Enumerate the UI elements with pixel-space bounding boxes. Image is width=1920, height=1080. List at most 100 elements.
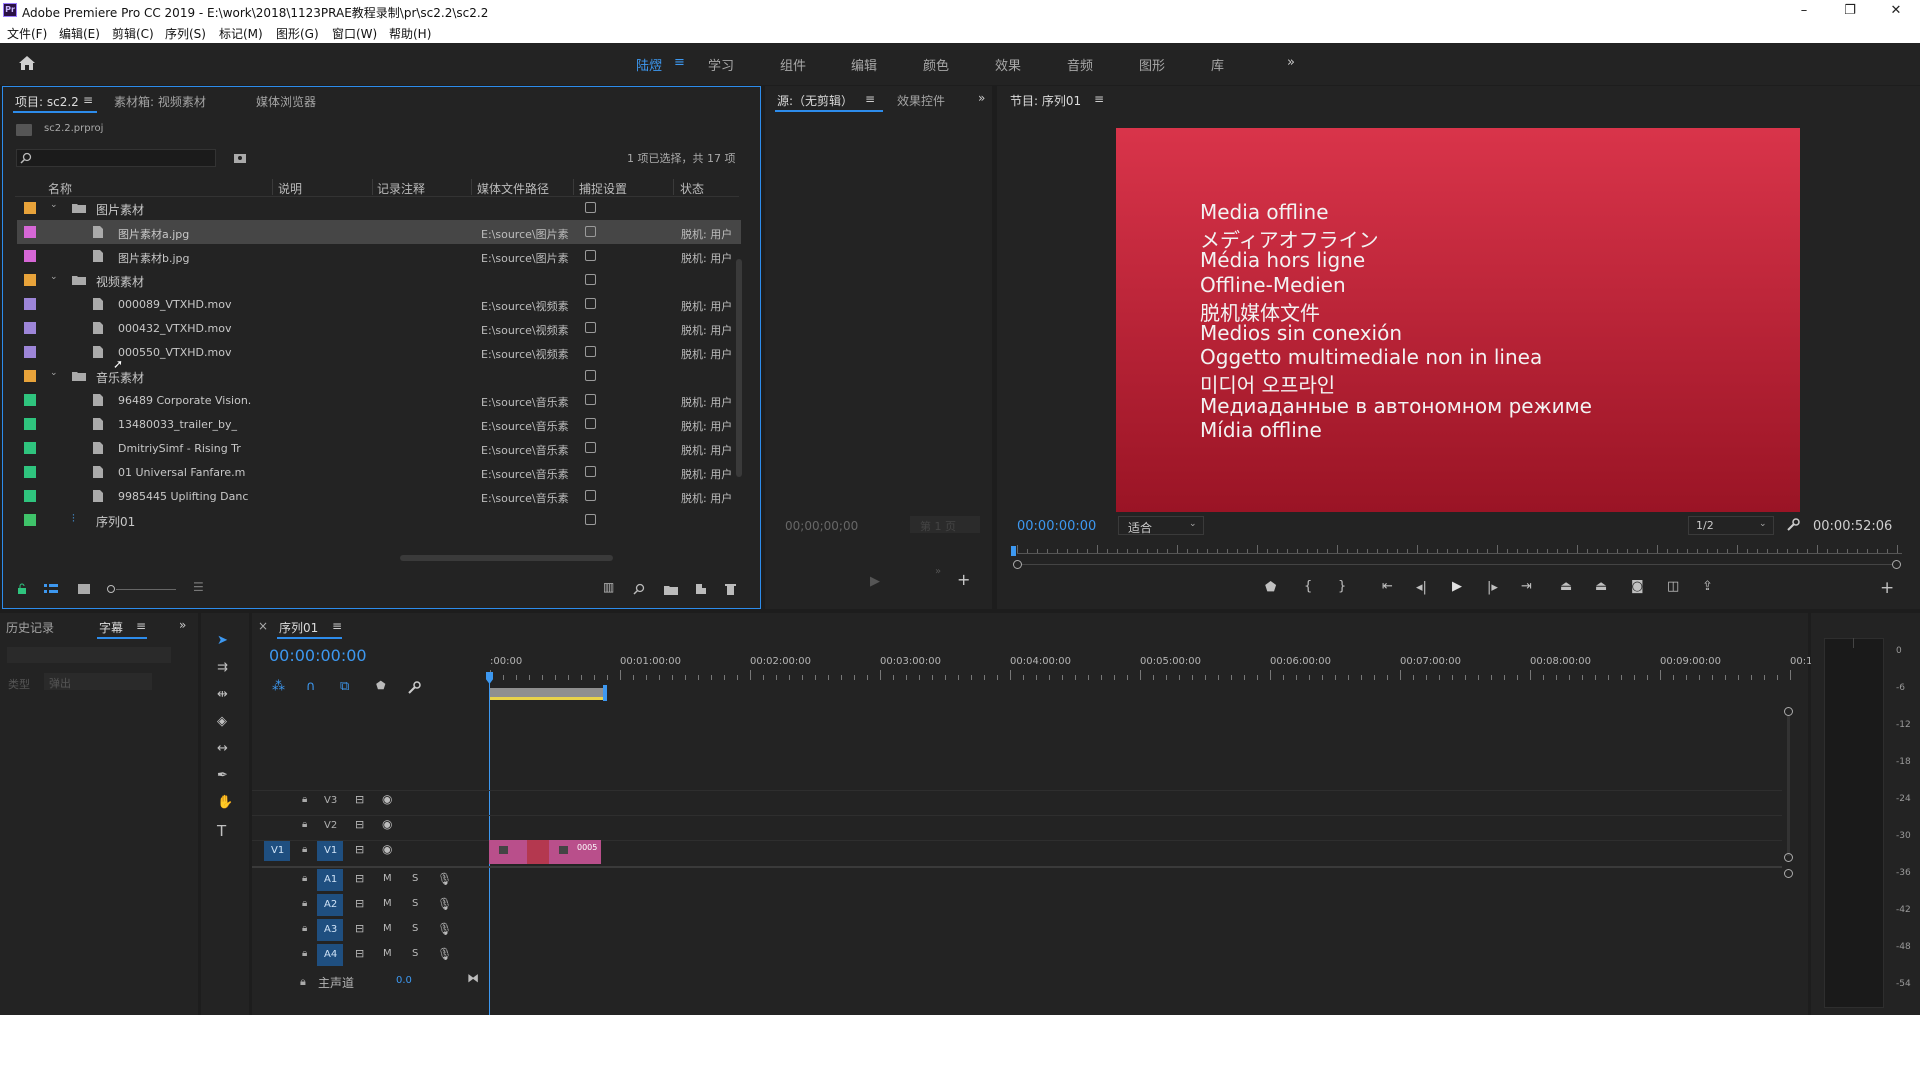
restore-button[interactable]: ❐	[1830, 1, 1870, 21]
source-patch-v1[interactable]: V1	[264, 841, 290, 861]
capture-checkbox[interactable]	[585, 466, 596, 477]
program-ruler[interactable]	[1017, 553, 1902, 554]
project-row[interactable]: DmitriySimf - Rising Tr E:\source\音乐素 脱机: …	[17, 436, 741, 460]
tab-effect-controls[interactable]: 效果控件	[897, 92, 945, 109]
mark-out-icon[interactable]: }	[1338, 579, 1346, 594]
type-dropdown[interactable]: 弹出	[44, 673, 152, 690]
mute-button[interactable]: M	[383, 923, 392, 934]
sync-lock-icon[interactable]: ⊟	[355, 922, 364, 935]
project-row[interactable]: 96489 Corporate Vision. E:\source\音乐素 脱机: …	[17, 388, 741, 412]
label-color-swatch[interactable]	[24, 226, 36, 238]
label-color-swatch[interactable]	[24, 298, 36, 310]
zoom-handle-right[interactable]	[1892, 560, 1901, 569]
timeline-menu-icon[interactable]: ≡	[332, 619, 342, 633]
history-menu-icon[interactable]: ≡	[136, 619, 146, 633]
tab-source[interactable]: 源:（无剪辑）	[777, 92, 853, 109]
workspace-tab-audio[interactable]: 音频	[1067, 55, 1093, 74]
track-target[interactable]: A2	[317, 894, 343, 916]
microphone-icon[interactable]: 🎙︎	[437, 872, 452, 886]
export-frame-icon[interactable]: ◙	[1631, 579, 1644, 594]
workspace-tab-assembly[interactable]: 陆熤	[636, 55, 662, 74]
panel-menu-icon[interactable]: ≡	[83, 93, 93, 107]
trash-icon[interactable]	[725, 583, 736, 595]
linked-selection-icon[interactable]: ⧉	[340, 679, 349, 694]
extract-icon[interactable]: ⏏	[1595, 579, 1607, 594]
razor-tool-icon[interactable]: ◈	[217, 714, 227, 729]
project-row[interactable]: 图片素材a.jpg E:\source\图片素 脱机: 用户	[17, 220, 741, 244]
menu-clip[interactable]: 剪辑(C)	[112, 25, 154, 42]
col-status[interactable]: 状态	[680, 180, 704, 197]
new-item-icon[interactable]	[695, 583, 707, 595]
home-icon[interactable]	[18, 55, 36, 71]
solo-button[interactable]: S	[412, 948, 418, 959]
capture-checkbox[interactable]	[585, 370, 596, 381]
capture-checkbox[interactable]	[585, 346, 596, 357]
program-playhead[interactable]	[1011, 546, 1016, 556]
program-menu-icon[interactable]: ≡	[1094, 92, 1104, 106]
workspace-tab-libraries[interactable]: 库	[1211, 55, 1224, 74]
mute-button[interactable]: M	[383, 873, 392, 884]
track-target[interactable]: A1	[317, 869, 343, 891]
label-color-swatch[interactable]	[24, 202, 36, 214]
step-back-icon[interactable]: ◂|	[1416, 580, 1427, 595]
lock-icon[interactable]: 🔒︎	[300, 975, 306, 989]
capture-checkbox[interactable]	[585, 226, 596, 237]
eye-icon[interactable]: ◉	[382, 817, 392, 831]
tab-captions[interactable]: 字幕	[99, 619, 123, 636]
lock-icon[interactable]: 🔒︎	[302, 898, 307, 909]
history-more-icon[interactable]: »	[179, 618, 186, 632]
tab-program[interactable]: 节目: 序列01	[1010, 92, 1081, 109]
master-volume[interactable]: 0.0	[396, 975, 412, 986]
project-search-input[interactable]	[16, 149, 216, 167]
work-area-end-handle[interactable]	[603, 685, 607, 701]
eye-icon[interactable]: ◉	[382, 842, 392, 856]
project-row[interactable]: ⌄ 视频素材	[17, 268, 741, 292]
program-timecode[interactable]: 00:00:00:00	[1017, 519, 1096, 534]
v1-clip-offline[interactable]	[527, 840, 549, 864]
label-color-swatch[interactable]	[24, 346, 36, 358]
step-forward-icon[interactable]: |▸	[1487, 580, 1498, 595]
mute-button[interactable]: M	[383, 948, 392, 959]
chevron-down-icon[interactable]: ⌄	[50, 200, 58, 210]
captions-search-input[interactable]	[7, 647, 171, 663]
menu-window[interactable]: 窗口(W)	[332, 25, 377, 42]
lock-icon[interactable]	[17, 583, 27, 595]
label-color-swatch[interactable]	[24, 322, 36, 334]
project-row[interactable]: ⌄ 音乐素材	[17, 364, 741, 388]
workspace-tab-effects[interactable]: 效果	[995, 55, 1021, 74]
lift-icon[interactable]: ⏏	[1560, 579, 1572, 594]
new-search-bin-icon[interactable]	[233, 152, 247, 164]
chevron-down-icon[interactable]: ⌄	[50, 272, 58, 282]
selection-tool-icon[interactable]: ➤	[217, 633, 228, 648]
tab-project[interactable]: 项目: sc2.2	[15, 93, 79, 110]
lock-icon[interactable]: 🔒︎	[302, 844, 307, 855]
solo-button[interactable]: S	[412, 923, 418, 934]
sort-icon[interactable]: ☰	[193, 580, 204, 594]
microphone-icon[interactable]: 🎙︎	[437, 947, 452, 961]
solo-button[interactable]: S	[412, 873, 418, 884]
tab-media-browser[interactable]: 媒体浏览器	[256, 93, 316, 110]
project-row[interactable]: 图片素材b.jpg E:\source\图片素 脱机: 用户	[17, 244, 741, 268]
label-color-swatch[interactable]	[24, 370, 36, 382]
vscroll-handle[interactable]	[1784, 853, 1793, 862]
ripple-edit-tool-icon[interactable]: ⇹	[217, 687, 228, 702]
track-target[interactable]: V2	[317, 816, 343, 836]
microphone-icon[interactable]: 🎙︎	[437, 897, 452, 911]
label-color-swatch[interactable]	[24, 442, 36, 454]
project-row[interactable]: 000432_VTXHD.mov E:\source\视频素 脱机: 用户	[17, 316, 741, 340]
project-row[interactable]: 01 Universal Fanfare.m E:\source\音乐素 脱机: 用…	[17, 460, 741, 484]
capture-checkbox[interactable]	[585, 442, 596, 453]
vscroll-bar[interactable]	[1787, 716, 1790, 856]
chevron-down-icon[interactable]: ⌄	[50, 368, 58, 378]
nest-toggle-icon[interactable]: ⁂	[272, 679, 285, 694]
source-more-icon[interactable]: »	[978, 91, 985, 105]
col-name[interactable]: 名称	[48, 180, 72, 197]
capture-checkbox[interactable]	[585, 490, 596, 501]
col-description[interactable]: 说明	[278, 180, 302, 197]
label-color-swatch[interactable]	[24, 418, 36, 430]
source-play-icon[interactable]: ▶	[870, 574, 880, 589]
zoom-slider[interactable]	[107, 585, 177, 593]
project-row[interactable]: 13480033_trailer_by_ E:\source\音乐素 脱机: 用户	[17, 412, 741, 436]
label-color-swatch[interactable]	[24, 394, 36, 406]
new-bin-icon[interactable]	[664, 584, 678, 595]
